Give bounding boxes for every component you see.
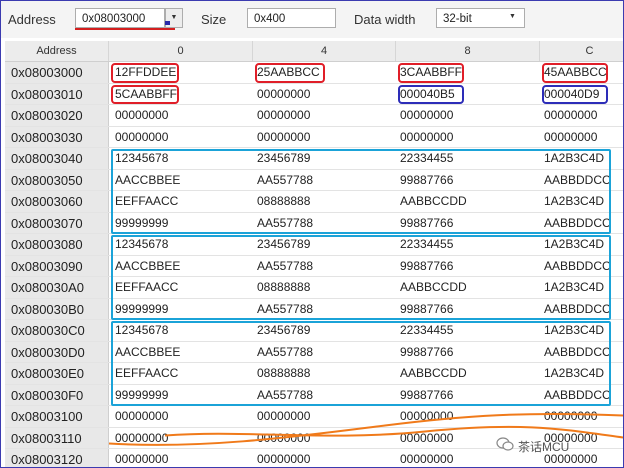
address-dropdown-button[interactable]: ▼ bbox=[165, 8, 183, 28]
chevron-down-icon: ▼ bbox=[170, 14, 178, 21]
address-corner-mark bbox=[165, 21, 170, 25]
watermark-text: 茶话MCU bbox=[518, 440, 570, 454]
address-underline-annotation bbox=[75, 28, 175, 30]
wechat-icon bbox=[496, 437, 514, 451]
size-label: Size bbox=[201, 12, 227, 27]
data-width-label: Data width bbox=[354, 12, 416, 27]
address-label: Address bbox=[8, 12, 56, 27]
size-input[interactable]: 0x400 bbox=[247, 8, 336, 28]
toolbar: Address 0x08003000 ▼ Size 0x400 Data wid… bbox=[1, 1, 623, 38]
memory-grid: Address 0 4 8 C 0x08003000 12FFDDEE 25AABBCC 3C… bbox=[5, 41, 623, 467]
chevron-down-icon[interactable]: ▼ bbox=[509, 13, 516, 20]
address-input[interactable]: 0x08003000 bbox=[75, 8, 165, 28]
wave-line-1 bbox=[164, 425, 623, 439]
memory-view-window: Address 0x08003000 ▼ Size 0x400 Data wid… bbox=[0, 0, 624, 468]
wave-annotation bbox=[108, 412, 623, 446]
